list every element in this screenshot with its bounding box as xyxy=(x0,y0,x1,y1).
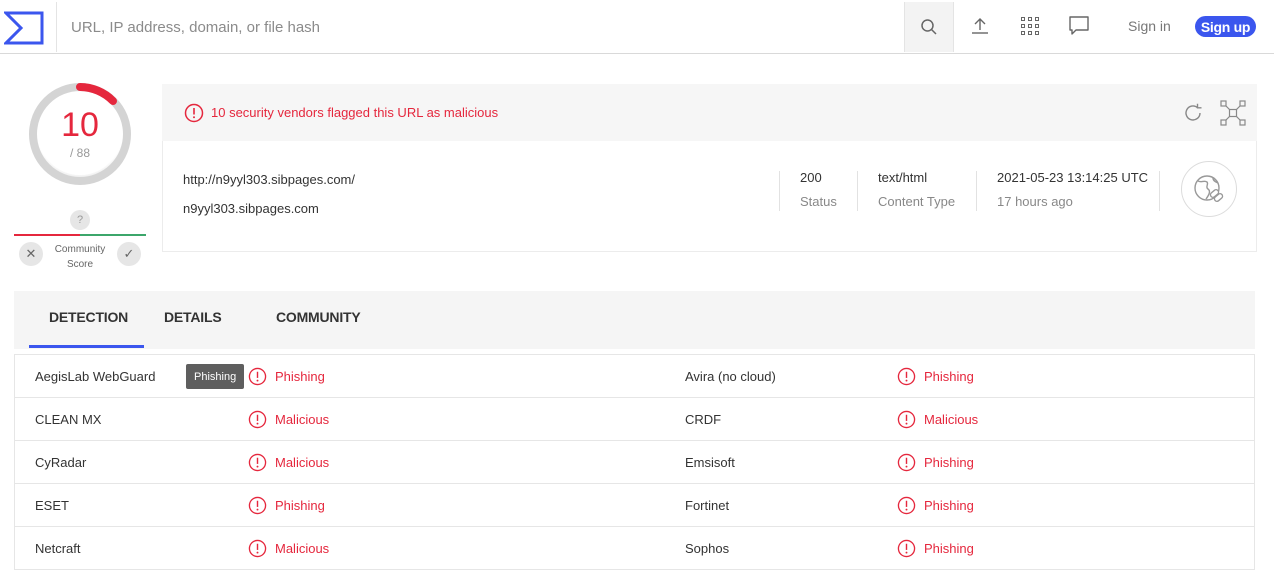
upload-icon xyxy=(972,18,988,34)
community-score-bar-harmless xyxy=(80,234,146,236)
detection-result-label: Malicious xyxy=(924,412,979,427)
community-score-help-icon[interactable]: ? xyxy=(70,210,90,230)
analysis-relative-time: 17 hours ago xyxy=(997,194,1073,209)
alert-message: 10 security vendors flagged this URL as … xyxy=(211,105,499,120)
detection-result-label: Malicious xyxy=(275,412,330,427)
alert-circle-icon xyxy=(184,103,204,123)
chat-icon xyxy=(1069,16,1089,35)
detection-result-label: Phishing xyxy=(924,369,974,384)
detection-count: 10 xyxy=(61,106,99,144)
content-type-value: text/html xyxy=(878,170,928,185)
detection-table: AegisLab WebGuard Phishing Avira (no cloud… xyxy=(14,354,1255,570)
vendor-name: CLEAN MX xyxy=(35,412,102,427)
divider xyxy=(779,171,780,211)
apps-grid-icon xyxy=(1021,17,1039,35)
detection-result: Malicious xyxy=(248,410,329,429)
detection-result: Malicious xyxy=(248,453,329,472)
vendor-name: ESET xyxy=(35,498,69,513)
alert-circle-icon xyxy=(248,367,267,386)
community-downvote-button[interactable]: ✕ xyxy=(19,242,43,266)
tab-community[interactable]: COMMUNITY xyxy=(276,309,361,325)
detection-result-label: Phishing xyxy=(924,498,974,513)
search-button[interactable] xyxy=(904,2,954,52)
alert-circle-icon xyxy=(248,496,267,515)
report-tabs: DETECTION DETAILS COMMUNITY xyxy=(14,291,1255,349)
tab-detection[interactable]: DETECTION xyxy=(49,309,128,325)
detection-result-label: Phishing xyxy=(924,455,974,470)
alert-circle-icon xyxy=(897,410,916,429)
analysis-date: 2021-05-23 13:14:25 UTC xyxy=(997,170,1149,185)
virustotal-logo-icon[interactable] xyxy=(4,11,44,45)
globe-link-icon xyxy=(1194,175,1224,202)
divider xyxy=(976,171,977,211)
alert-circle-icon xyxy=(248,410,267,429)
vendor-name: CRDF xyxy=(685,412,722,427)
alert-circle-icon xyxy=(248,539,267,558)
detection-result-label: Phishing xyxy=(275,369,325,384)
detection-total: / 88 xyxy=(69,146,90,160)
active-tab-indicator xyxy=(29,345,144,348)
vendor-name: Avira (no cloud) xyxy=(685,369,776,384)
url-info-panel: http://n9yyl303.sibpages.com/ n9yyl303.s… xyxy=(162,141,1257,252)
upload-button[interactable] xyxy=(968,14,992,38)
vendor-name: Netcraft xyxy=(35,541,81,556)
top-header: Sign in Sign up xyxy=(0,0,1274,54)
divider xyxy=(857,171,858,211)
analyzed-url[interactable]: http://n9yyl303.sibpages.com/ xyxy=(183,172,355,187)
status-value: 200 xyxy=(800,170,822,185)
tab-details[interactable]: DETAILS xyxy=(164,309,222,325)
detection-result: Malicious xyxy=(897,410,978,429)
community-score-label: Community Score xyxy=(54,244,106,270)
malicious-alert-banner: 10 security vendors flagged this URL as … xyxy=(162,84,1257,141)
apps-button[interactable] xyxy=(1018,14,1042,38)
search-icon xyxy=(921,19,937,35)
table-row: CyRadar Malicious Emsisoft Phishing xyxy=(14,441,1255,484)
table-row: Netcraft Malicious Sophos Phishing xyxy=(14,527,1255,570)
detection-result: Phishing xyxy=(248,367,325,386)
detection-result: Phishing xyxy=(897,539,974,558)
close-icon: ✕ xyxy=(25,246,37,261)
content-type-label: Content Type xyxy=(878,194,956,209)
reanalyze-icon[interactable] xyxy=(1182,102,1204,124)
detection-result: Phishing xyxy=(897,453,974,472)
sign-in-link[interactable]: Sign in xyxy=(1128,18,1171,34)
alert-circle-icon xyxy=(248,453,267,472)
check-icon: ✓ xyxy=(123,246,135,261)
status-label: Status xyxy=(800,194,837,209)
search-input[interactable] xyxy=(57,2,904,52)
search-box xyxy=(56,2,904,52)
detection-result: Phishing xyxy=(897,367,974,386)
detection-result-label: Phishing xyxy=(924,541,974,556)
result-tooltip: Phishing xyxy=(186,364,245,389)
analyzed-domain[interactable]: n9yyl303.sibpages.com xyxy=(183,201,319,216)
vendor-name: Sophos xyxy=(685,541,730,556)
vendor-name: Fortinet xyxy=(685,498,730,513)
detection-result: Phishing xyxy=(248,496,325,515)
community-score-bar-malicious xyxy=(14,234,80,236)
detection-result-label: Phishing xyxy=(275,498,325,513)
table-row: CLEAN MX Malicious CRDF Malicious xyxy=(14,398,1255,441)
divider xyxy=(1159,171,1160,211)
community-upvote-button[interactable]: ✓ xyxy=(117,242,141,266)
detection-result-label: Malicious xyxy=(275,541,330,556)
alert-circle-icon xyxy=(897,453,916,472)
sign-up-button[interactable]: Sign up xyxy=(1195,16,1256,37)
alert-circle-icon xyxy=(897,539,916,558)
vendor-name: AegisLab WebGuard xyxy=(35,369,156,384)
detection-result-label: Malicious xyxy=(275,455,330,470)
alert-circle-icon xyxy=(897,367,916,386)
graph-view-icon[interactable] xyxy=(1220,100,1246,126)
chat-button[interactable] xyxy=(1067,14,1091,38)
vendor-name: Emsisoft xyxy=(685,455,735,470)
url-type-badge xyxy=(1181,161,1237,217)
vendor-name: CyRadar xyxy=(35,455,87,470)
detection-result: Phishing xyxy=(897,496,974,515)
table-row: AegisLab WebGuard Phishing Avira (no cloud… xyxy=(14,355,1255,398)
table-row: ESET Phishing Fortinet Phishing xyxy=(14,484,1255,527)
alert-circle-icon xyxy=(897,496,916,515)
detection-result: Malicious xyxy=(248,539,329,558)
